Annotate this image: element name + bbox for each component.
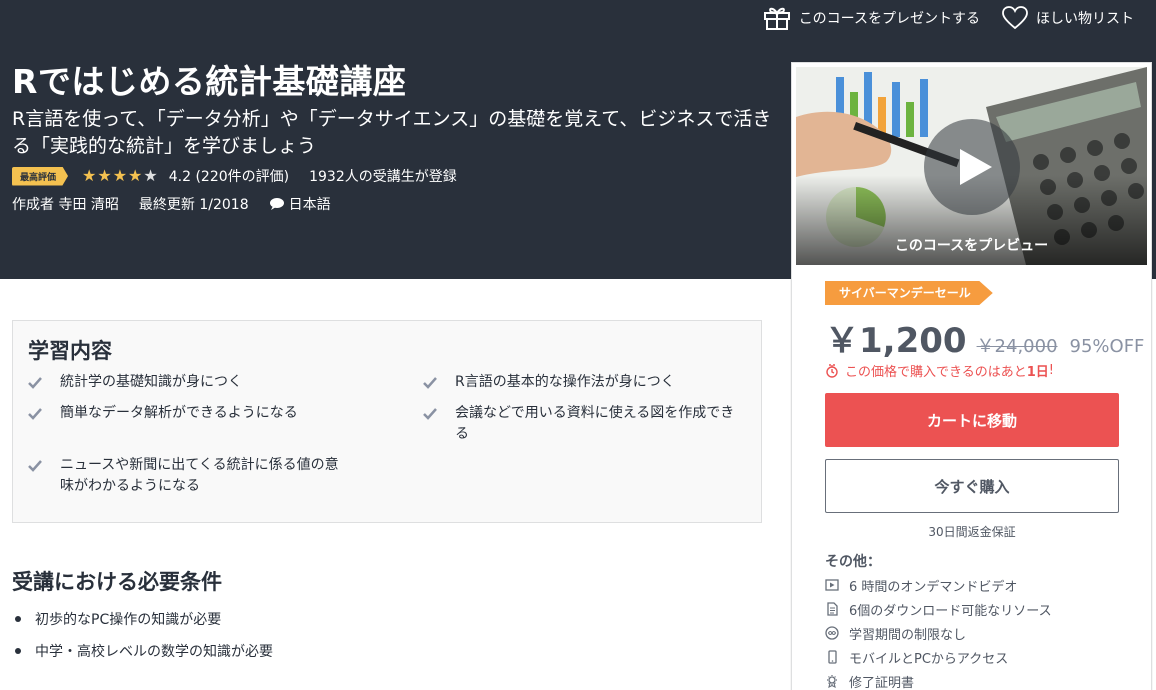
- language-label: 日本語: [288, 197, 331, 213]
- includes-item: 6 時間のオンデマンドビデオ: [825, 573, 1052, 597]
- bestseller-badge: 最高評価: [12, 166, 69, 186]
- go-to-cart-button[interactable]: カートに移動: [825, 393, 1119, 447]
- learn-item: ニュースや新聞に出てくる統計に係る値の意味がわかるようになる: [28, 455, 350, 497]
- gift-label: このコースをプレゼントする: [798, 11, 980, 27]
- course-title: Rではじめる統計基礎講座: [12, 62, 407, 101]
- deadline-days: 1日: [1026, 365, 1049, 380]
- learn-item: 統計学の基礎知識が身につく: [28, 372, 350, 396]
- learn-item: 会議などで用いる資料に使える図を作成できる: [423, 403, 745, 445]
- sale-deadline: この価格で購入できるのはあと 1日!: [825, 361, 1054, 380]
- wishlist-button[interactable]: ほしい物リスト: [1002, 6, 1134, 30]
- star-icon: ★: [128, 166, 143, 185]
- requirement-text: 初歩的なPC操作の知識が必要: [35, 612, 222, 628]
- learn-item-text: ニュースや新聞に出てくる統計に係る値の意味がわかるようになる: [60, 457, 339, 494]
- certificate-icon: [827, 675, 837, 688]
- requirements-list: 初歩的なPC操作の知識が必要 中学・高校レベルの数学の知識が必要: [12, 603, 273, 667]
- includes-title: その他：: [825, 554, 881, 570]
- includes-list: 6 時間のオンデマンドビデオ 6個のダウンロード可能なリソース 学習期間の制限な…: [825, 573, 1052, 690]
- speech-bubble-icon: [269, 198, 284, 210]
- video-icon: [825, 579, 839, 591]
- language: 日本語: [269, 194, 351, 214]
- learn-item-text: 会議などで用いる資料に使える図を作成できる: [455, 405, 735, 442]
- learn-item-text: R言語の基本的な操作法が身につく: [455, 374, 675, 390]
- bullet-icon: [15, 616, 21, 622]
- learn-item-text: 簡単なデータ解析ができるようになる: [60, 405, 298, 421]
- learn-item: 簡単なデータ解析ができるようになる: [28, 403, 350, 427]
- heart-icon: [1002, 6, 1028, 30]
- deadline-suffix: !: [1048, 363, 1055, 378]
- wishlist-label: ほしい物リスト: [1036, 11, 1134, 27]
- purchase-card: このコースをプレビュー サイバーマンデーセール ￥1,200 ￥24,000 9…: [791, 62, 1152, 690]
- check-icon: [423, 372, 439, 396]
- preview-label: このコースをプレビュー: [894, 238, 1049, 254]
- star-rating: ★ ★ ★ ★ ★: [82, 168, 159, 184]
- play-button[interactable]: [924, 119, 1020, 215]
- author[interactable]: 作成者 寺田 清昭: [12, 194, 119, 214]
- includes-text: 6 時間のオンデマンドビデオ: [849, 579, 1018, 595]
- learn-title: 学習内容: [28, 339, 112, 363]
- requirements-title: 受講における必要条件: [12, 570, 222, 594]
- includes-text: モバイルとPCからアクセス: [849, 651, 1009, 667]
- requirement-text: 中学・高校レベルの数学の知識が必要: [35, 644, 273, 660]
- requirement-item: 中学・高校レベルの数学の知識が必要: [12, 635, 273, 667]
- course-preview-video[interactable]: このコースをプレビュー: [796, 67, 1147, 265]
- rating-row: 最高評価 ★ ★ ★ ★ ★ 4.2 (220件の評価) 1932人の受講生が登…: [12, 166, 457, 186]
- gift-course-button[interactable]: このコースをプレゼントする: [763, 5, 980, 31]
- gift-icon: [763, 7, 790, 30]
- check-icon: [28, 403, 44, 427]
- includes-text: 学習期間の制限なし: [849, 627, 967, 643]
- author-row: 作成者 寺田 清昭 最終更新 1/2018 日本語: [12, 194, 371, 214]
- star-icon: ★: [97, 166, 112, 185]
- learn-item-text: 統計学の基礎知識が身につく: [60, 374, 242, 390]
- includes-text: 修了証明書: [849, 675, 915, 690]
- star-icon: ★: [82, 166, 97, 185]
- includes-item: 修了証明書: [825, 669, 1052, 690]
- deadline-prefix: この価格で購入できるのはあと: [845, 365, 1027, 380]
- buy-now-button[interactable]: 今すぐ購入: [825, 459, 1119, 513]
- sale-tag: サイバーマンデーセール: [825, 281, 993, 305]
- learn-item: R言語の基本的な操作法が身につく: [423, 372, 745, 396]
- includes-item: 6個のダウンロード可能なリソース: [825, 597, 1052, 621]
- check-icon: [28, 455, 44, 497]
- includes-item: 学習期間の制限なし: [825, 621, 1052, 645]
- includes-text: 6個のダウンロード可能なリソース: [849, 603, 1052, 619]
- original-price: ￥24,000: [976, 336, 1058, 357]
- requirement-item: 初歩的なPC操作の知識が必要: [12, 603, 273, 635]
- discount-percent: 95%OFF: [1069, 336, 1145, 357]
- bullet-icon: [15, 648, 21, 654]
- top-actions: このコースをプレゼントする ほしい物リスト: [763, 0, 1156, 36]
- file-icon: [827, 602, 838, 616]
- course-subtitle: R言語を使って、「データ分析」や「データサイエンス」の基礎を覚えて、ビジネスで活…: [12, 108, 772, 157]
- mobile-icon: [828, 650, 837, 664]
- current-price: ￥1,200: [825, 321, 967, 361]
- price-row: ￥1,200 ￥24,000 95%OFF: [825, 313, 1144, 362]
- check-icon: [28, 372, 44, 396]
- what-you-will-learn: 学習内容 統計学の基礎知識が身につく R言語の基本的な操作法が身につく 簡単なデ…: [12, 320, 762, 523]
- money-back-guarantee: 30日間返金保証: [928, 525, 1016, 539]
- play-icon: [960, 149, 992, 185]
- rating-count[interactable]: 4.2 (220件の評価): [169, 166, 289, 186]
- includes-item: モバイルとPCからアクセス: [825, 645, 1052, 669]
- star-icon: ★: [112, 166, 128, 185]
- star-empty-icon: ★: [143, 166, 158, 185]
- check-icon: [423, 403, 439, 445]
- last-updated: 最終更新 1/2018: [138, 197, 249, 213]
- infinity-icon: [825, 626, 839, 640]
- alarm-clock-icon: [826, 363, 838, 378]
- enrolled-students: 1932人の受講生が登録: [309, 169, 457, 185]
